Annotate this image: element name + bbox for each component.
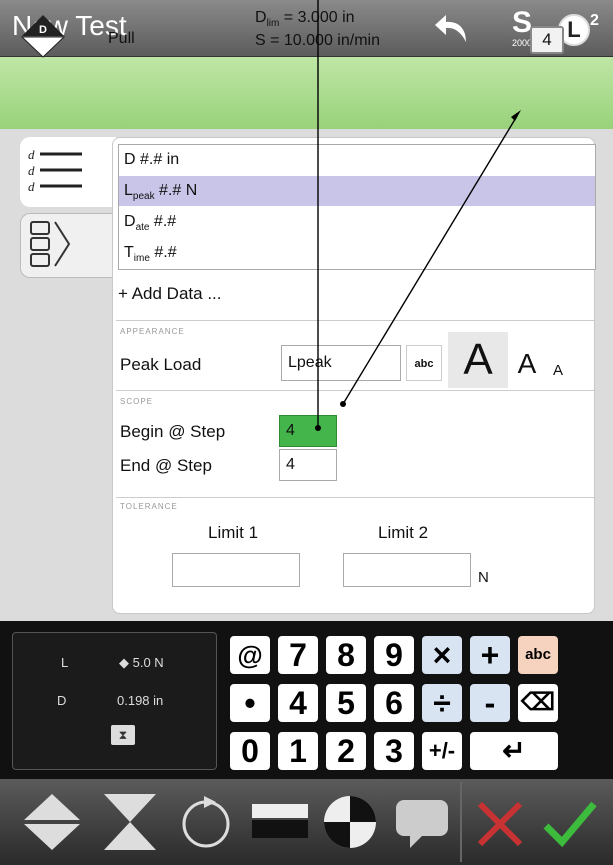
zero-button[interactable]: ⧗	[111, 725, 135, 745]
end-step-input[interactable]: 4	[279, 449, 337, 481]
key-4[interactable]: 4	[278, 684, 318, 722]
limit2-label: Limit 2	[378, 523, 429, 542]
tolerance-section-title: TOLERANCE	[120, 502, 178, 511]
add-data-button[interactable]: + Add Data ...	[118, 284, 222, 304]
test-type-label: Pull	[108, 30, 135, 47]
divider	[116, 497, 594, 498]
backspace-icon[interactable]: ⌫	[518, 684, 558, 722]
load-label: L	[61, 655, 69, 670]
cancel-icon[interactable]	[472, 796, 528, 852]
font-size-medium-button[interactable]: A	[512, 348, 542, 384]
key-minus[interactable]: -	[470, 684, 510, 722]
font-size-small-button[interactable]: A	[548, 362, 568, 384]
undo-icon[interactable]	[432, 12, 472, 48]
limit2-input[interactable]	[343, 553, 471, 587]
load-value: ◆ 5.0 N	[119, 655, 164, 670]
data-list-icon: ddd	[28, 147, 82, 194]
distance-limit: Dlim = 3.000 in	[255, 9, 355, 30]
scope-section-title: SCOPE	[120, 397, 154, 406]
svg-text:D: D	[39, 24, 47, 36]
data-list: D #.# in Lpeak #.# N Date #.# Time #.#	[118, 144, 596, 270]
key-divide[interactable]: ÷	[422, 684, 462, 722]
enter-icon[interactable]: ↵	[470, 732, 558, 770]
key-plus[interactable]: +	[470, 636, 510, 674]
load-cell-count: 2	[590, 12, 599, 29]
tolerance-unit: N	[478, 569, 489, 586]
crosshead-jog-icon[interactable]	[20, 790, 84, 854]
font-size-large-button[interactable]: A	[448, 332, 508, 388]
divider	[116, 390, 594, 391]
data-name-input[interactable]: Lpeak	[281, 345, 401, 381]
begin-step-label: Begin @ Step	[120, 422, 226, 441]
toolbar-separator	[460, 782, 462, 862]
key-1[interactable]: 1	[278, 732, 318, 770]
live-readout-panel: L ◆ 5.0 N D 0.198 in ⧗	[12, 632, 217, 770]
key-7[interactable]: 7	[278, 636, 318, 674]
cycle-icon[interactable]	[174, 790, 238, 854]
distance-value: 0.198 in	[117, 693, 164, 708]
tab-steps[interactable]	[20, 213, 116, 278]
begin-step-input[interactable]: 4	[279, 415, 337, 447]
key-2[interactable]: 2	[326, 732, 366, 770]
key-3[interactable]: 3	[374, 732, 414, 770]
tab-data-display[interactable]: ddd	[20, 137, 116, 207]
svg-text:d: d	[28, 163, 35, 178]
list-item[interactable]: Time #.#	[119, 238, 595, 268]
test-speed: S = 10.000 in/min	[255, 32, 380, 49]
limit1-label: Limit 1	[208, 523, 259, 542]
key-9[interactable]: 9	[374, 636, 414, 674]
key-8[interactable]: 8	[326, 636, 366, 674]
limit1-input[interactable]	[172, 553, 300, 587]
key-0[interactable]: 0	[230, 732, 270, 770]
appearance-section-title: APPEARANCE	[120, 327, 185, 336]
svg-text:d: d	[28, 179, 35, 194]
list-item[interactable]: Lpeak #.# N	[119, 176, 595, 206]
test-info-bar[interactable]	[0, 57, 613, 129]
stop-icon[interactable]	[248, 790, 312, 854]
return-home-icon[interactable]	[98, 790, 162, 854]
svg-text:d: d	[28, 147, 35, 162]
steps-icon	[30, 221, 71, 267]
list-item[interactable]: D #.# in	[119, 145, 595, 175]
list-item[interactable]: Date #.#	[119, 207, 595, 237]
balance-icon[interactable]	[318, 790, 382, 854]
key-abc[interactable]: abc	[518, 636, 558, 674]
key-at[interactable]: @	[230, 636, 270, 674]
key-multiply[interactable]: ×	[422, 636, 462, 674]
key-plus-minus[interactable]: +/-	[422, 732, 462, 770]
accept-icon[interactable]	[540, 796, 600, 852]
distance-label: D	[57, 693, 67, 708]
pull-test-icon: D	[20, 15, 66, 58]
keyboard-abc-button[interactable]: abc	[406, 345, 442, 381]
key-decimal[interactable]: •	[230, 684, 270, 722]
key-6[interactable]: 6	[374, 684, 414, 722]
divider	[116, 320, 594, 321]
step-count-badge[interactable]: 4	[530, 26, 564, 54]
comment-icon[interactable]	[390, 790, 454, 854]
end-step-label: End @ Step	[120, 456, 212, 475]
key-5[interactable]: 5	[326, 684, 366, 722]
data-name-label: Peak Load	[120, 355, 202, 374]
